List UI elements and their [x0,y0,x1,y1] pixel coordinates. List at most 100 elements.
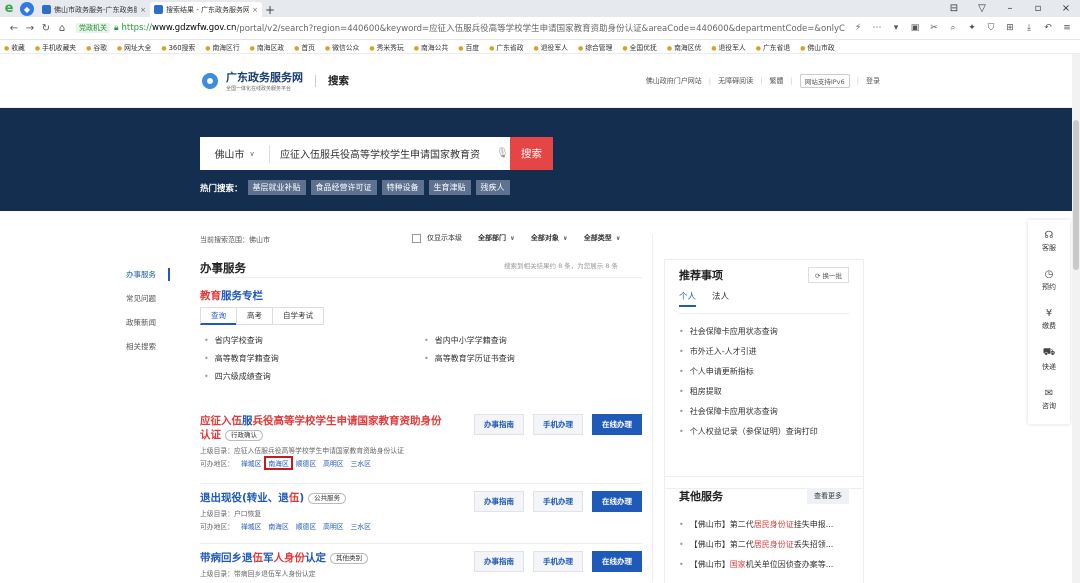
floatbar-payment[interactable]: ¥ 缴费 [1042,308,1056,331]
browser-tab-1[interactable]: 佛山市政务服务-广东政务服务网 × [38,2,150,17]
leftnav-item-services[interactable]: 办事服务 [126,269,156,280]
bookmark-item[interactable]: 退役军人 [711,42,746,52]
bookmark-item[interactable]: 广东省政 [489,42,523,52]
tab-gaokao[interactable]: 高考 [236,307,273,325]
close-icon[interactable]: × [252,6,258,14]
area-link[interactable]: 顺德区 [296,521,316,531]
area-link[interactable]: 禅城区 [241,521,261,531]
url-field[interactable]: 党政机关 🔒︎ https:// www.gdzwfw.gov.cn /port… [76,20,845,37]
forward-icon[interactable]: → [22,23,38,34]
shield-icon[interactable]: ◆ [20,2,34,16]
bookmark-item[interactable]: 收藏 [4,42,25,52]
area-link[interactable]: 南海区 [264,456,293,470]
home-icon[interactable]: ⌂ [54,23,70,34]
search-input[interactable] [270,148,496,159]
floatbar-truck[interactable]: ⛟ 快递 [1042,347,1056,372]
area-link[interactable]: 高明区 [323,458,343,468]
bookmark-item[interactable]: 南海区政 [250,42,284,52]
traditional-chinese-link[interactable]: 繁體 [769,76,783,86]
hot-tag[interactable]: 特种设备 [381,180,424,195]
guide-button[interactable]: 办事指南 [474,491,524,512]
recommend-item[interactable]: 市外迁入-人才引进 [679,342,849,362]
bookmark-item[interactable]: 首页 [294,42,315,52]
gov-portal-link[interactable]: 佛山政府门户网站 [646,76,702,86]
bookmark-item[interactable]: 谷歌 [86,42,107,52]
result-title[interactable]: 应征入伍服兵役高等学校学生申请国家教育资助身份认证 行政确认 [200,414,450,442]
bookmark-item[interactable]: 退役军人 [534,42,568,52]
area-link[interactable]: 高明区 [323,521,343,531]
tab-query[interactable]: 查询 [200,307,237,325]
menu-icon[interactable]: ⊟ [940,0,968,17]
close-window-icon[interactable]: × [1052,0,1080,17]
online-handle-button[interactable]: 在线办理 [592,551,642,572]
tab-self-exam[interactable]: 自学考试 [272,307,324,325]
checkbox[interactable] [412,233,421,243]
edu-link[interactable]: 省内学校查询 [200,335,420,346]
site-logo[interactable]: 广东政务服务网 全国一体化在线政务服务平台 [226,69,303,92]
bookmark-item[interactable]: 手机收藏夹 [35,42,76,52]
maximize-icon[interactable]: ▫ [1024,0,1052,17]
close-icon[interactable]: × [140,6,146,14]
lightning-icon[interactable]: ⚡ [851,23,865,33]
guide-button[interactable]: 办事指南 [474,551,524,572]
online-handle-button[interactable]: 在线办理 [592,491,642,512]
edu-link[interactable]: 省内中小学学籍查询 [420,335,640,346]
search-button[interactable]: 搜索 [510,137,553,170]
game-icon[interactable]: ✦ [965,23,979,33]
browser-tab-2[interactable]: 搜索结果 - 广东政务服务网 × [150,2,262,17]
floatbar-clock[interactable]: ◷ 预约 [1042,269,1056,292]
floatbar-chat[interactable]: ✉ 咨询 [1042,388,1056,411]
reload-icon[interactable]: ↻ [38,23,54,34]
bookmark-item[interactable]: 综合管理 [578,42,612,52]
tab-personal[interactable]: 个人 [679,290,697,307]
menu-icon[interactable]: ≡ [1060,23,1074,33]
extension-icon[interactable]: ▣ [908,23,922,33]
recommend-item[interactable]: 个人申请更新指标 [679,362,849,382]
area-link[interactable]: 三水区 [351,458,371,468]
search-icon[interactable]: ⌕ [946,23,960,33]
type-filter[interactable]: 全部类型 ∨ [584,233,621,243]
dept-filter[interactable]: 全部部门 ∨ [478,233,515,243]
new-tab-button[interactable]: + [262,3,278,17]
download-icon[interactable]: ⤓ [1022,23,1036,33]
back-icon[interactable]: ← [6,23,22,34]
undo-icon[interactable]: ↶ [1041,23,1055,33]
area-link[interactable]: 三水区 [351,521,371,531]
mobile-handle-button[interactable]: 手机办理 [533,491,583,512]
city-select[interactable]: 佛山市 ∨ [200,144,270,163]
more-icon[interactable]: ⋯ [870,23,884,33]
scroll-thumb[interactable] [1073,120,1079,270]
hot-tag[interactable]: 生育津贴 [428,180,471,195]
login-link[interactable]: 登录 [866,76,880,86]
edu-column-title[interactable]: 教育服务专栏 [200,288,263,303]
bookmark-item[interactable]: 百度 [458,42,479,52]
bookmark-item[interactable]: 佛山市政 [800,42,834,52]
other-service-item[interactable]: 【佛山市】国家机关单位因侦查办案等... [679,555,849,575]
bookmark-item[interactable]: 南海公共 [414,42,448,52]
apps-icon[interactable]: ⊞ [1003,23,1017,33]
target-filter[interactable]: 全部对象 ∨ [531,233,568,243]
bookmark-item[interactable]: 网址大全 [117,42,151,52]
edu-link[interactable]: 高等教育学历证书查询 [420,353,640,364]
scissors-icon[interactable]: ✂ [927,23,941,33]
shield-icon[interactable]: ⛉ [984,23,998,33]
bookmark-item[interactable]: 微信公众 [325,42,359,52]
mobile-handle-button[interactable]: 手机办理 [533,551,583,572]
view-more-button[interactable]: 查看更多 [807,488,849,504]
bookmark-item[interactable]: 南海区优 [667,42,701,52]
leftnav-item-news[interactable]: 政策新闻 [126,317,156,328]
pin-icon[interactable]: ▽ [968,0,996,17]
tab-legal-person[interactable]: 法人 [712,290,729,307]
dropdown-icon[interactable]: ▾ [889,23,903,33]
recommend-item[interactable]: 社会保障卡应用状态查询 [679,322,849,342]
bookmark-item[interactable]: 南海区行 [205,42,239,52]
leftnav-item-faq[interactable]: 常见问题 [126,293,156,304]
area-link[interactable]: 禅城区 [241,458,261,468]
area-link[interactable]: 南海区 [268,521,288,531]
recommend-item[interactable]: 租房提取 [679,382,849,402]
other-service-item[interactable]: 【佛山市】第二代居民身份证挂失申报... [679,515,849,535]
scrollbar[interactable] [1072,54,1080,583]
refresh-button[interactable]: ⟳ 换一批 [807,267,849,283]
mobile-handle-button[interactable]: 手机办理 [533,414,583,435]
hot-tag[interactable]: 食品经营许可证 [310,180,377,195]
